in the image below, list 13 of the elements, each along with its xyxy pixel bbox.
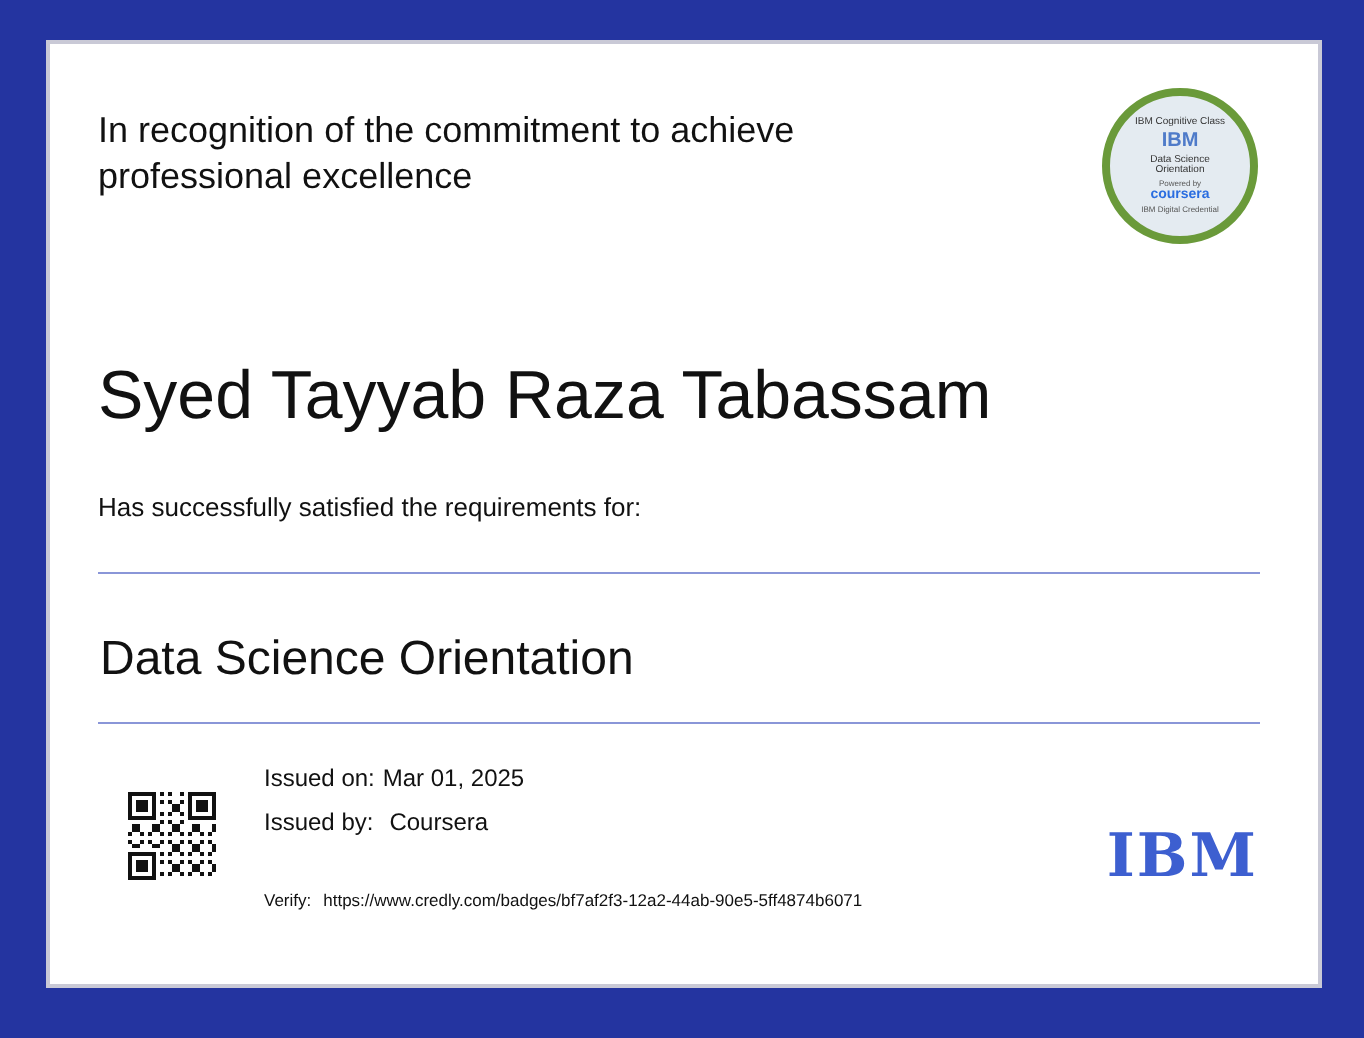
qr-code-icon: [128, 791, 216, 879]
verify-label: Verify:: [264, 887, 312, 913]
issued-by-label: Issued by:: [264, 805, 374, 839]
recognition-text: In recognition of the commitment to achieve professional excellence: [98, 108, 797, 200]
issued-on-value: Mar 01, 2025: [382, 761, 525, 795]
issued-on-label: Issued on:: [264, 761, 375, 795]
course-title: Data Science Orientation: [100, 629, 636, 689]
badge-brand: IBM: [1161, 132, 1199, 152]
issued-by-value: Coursera: [389, 805, 489, 839]
verify-link[interactable]: https://www.credly.com/badges/bf7af2f3-12a2-44ab-90e5-5ff4874b6071: [323, 887, 863, 913]
statement-text: Has successfully satisfied the requirements for:: [98, 490, 644, 526]
recipient-name: Syed Tayyab Raza Tabassam: [98, 356, 994, 436]
brand-logo: IBM: [1106, 827, 1258, 887]
